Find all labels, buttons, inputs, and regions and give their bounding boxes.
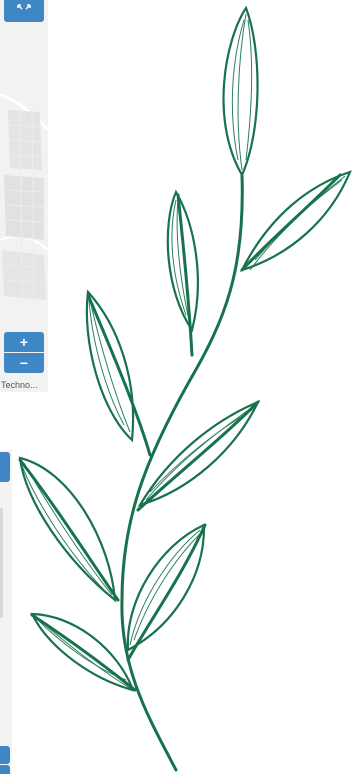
leaf (85, 289, 135, 443)
twig (136, 400, 260, 512)
twig (30, 613, 137, 692)
twig (176, 193, 194, 357)
leaf (166, 189, 199, 333)
leaf (126, 523, 206, 652)
leafy-branch-illustration (18, 5, 352, 772)
